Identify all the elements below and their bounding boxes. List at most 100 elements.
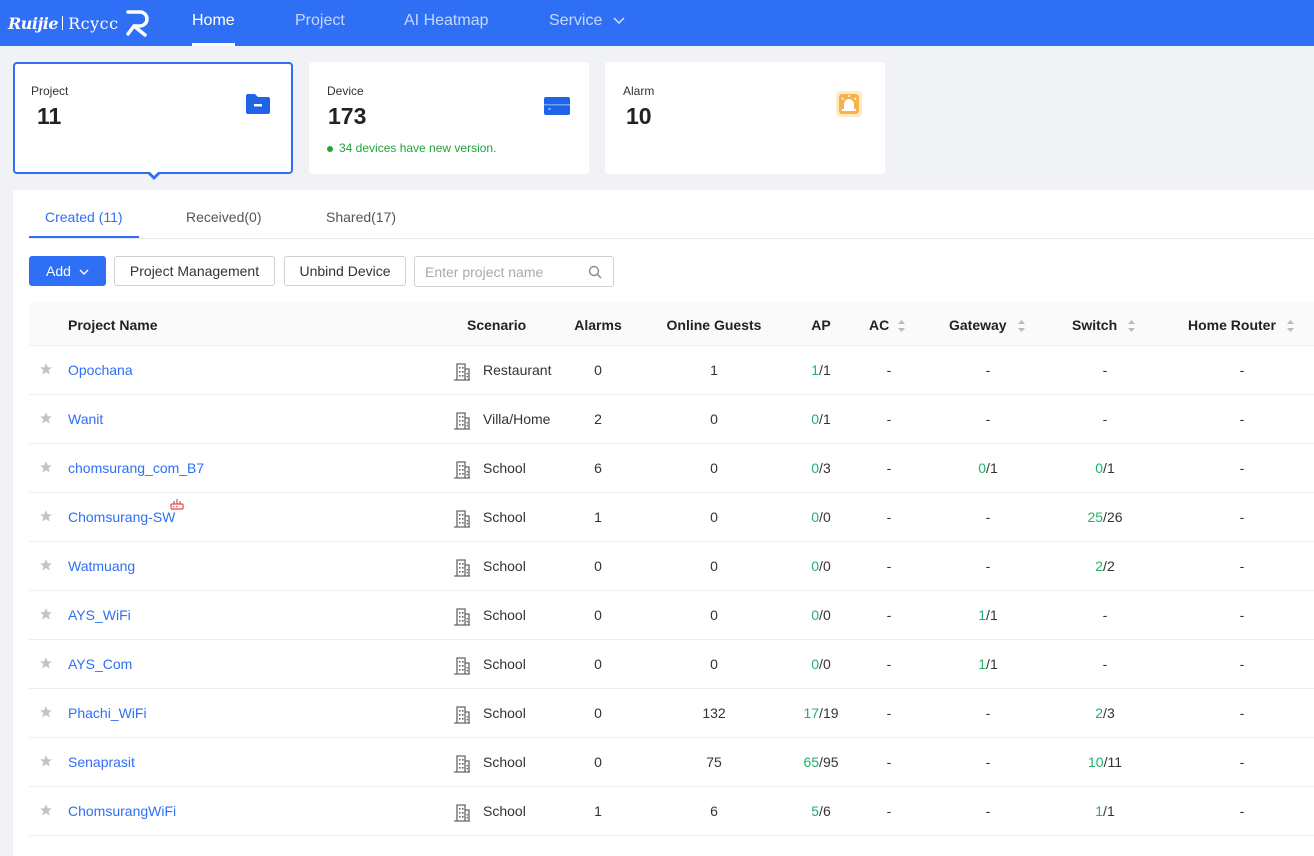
ap-total-count: /0 bbox=[819, 607, 831, 623]
switch-total-count: /1 bbox=[1103, 803, 1115, 819]
nav-home[interactable]: Home bbox=[192, 0, 235, 46]
online-guests-cell: 132 bbox=[702, 705, 726, 721]
online-guests-cell: 0 bbox=[710, 460, 718, 476]
favorite-star-icon[interactable] bbox=[39, 803, 53, 820]
tab-created[interactable]: Created (11) bbox=[45, 209, 123, 225]
favorite-star-icon[interactable] bbox=[39, 460, 53, 477]
device-card[interactable]: Device 173 34 devices have new version. bbox=[309, 62, 589, 174]
project-name-link[interactable]: Watmuang bbox=[68, 558, 135, 574]
col-gateway-label: Gateway bbox=[949, 317, 1007, 333]
gateway-cell: - bbox=[986, 411, 991, 427]
table-row[interactable]: Opochana Restaurant 0 1 1/1- - - - bbox=[29, 346, 1314, 395]
col-gateway[interactable]: Gateway bbox=[949, 317, 1026, 333]
switch-total-count: - bbox=[1102, 656, 1108, 672]
project-name-link[interactable]: Phachi_WiFi bbox=[68, 705, 147, 721]
project-name-link[interactable]: AYS_Com bbox=[68, 656, 132, 672]
favorite-star-icon[interactable] bbox=[39, 509, 53, 526]
project-search-input[interactable] bbox=[425, 262, 585, 282]
ap-cell: 0/3 bbox=[811, 460, 830, 476]
tab-shared[interactable]: Shared(17) bbox=[326, 209, 396, 225]
table-row[interactable]: AYS_WiFi School 0 0 0/0-1/1- - bbox=[29, 591, 1314, 640]
col-home-router[interactable]: Home Router bbox=[1188, 317, 1295, 333]
scenario-cell: Villa/Home bbox=[483, 411, 551, 427]
ap-online-count: 0 bbox=[811, 460, 820, 476]
project-management-button[interactable]: Project Management bbox=[114, 256, 275, 286]
selected-card-pointer bbox=[146, 170, 162, 180]
tab-received[interactable]: Received(0) bbox=[186, 209, 261, 225]
home-router-cell: - bbox=[1239, 509, 1245, 525]
gateway-cell: - bbox=[986, 558, 991, 574]
alarms-cell: 6 bbox=[594, 460, 602, 476]
online-guests-cell: 0 bbox=[710, 607, 718, 623]
gateway-total-count: - bbox=[985, 558, 991, 574]
switch-cell: 0/1 bbox=[1095, 460, 1114, 476]
project-name-link[interactable]: Senaprasit bbox=[68, 754, 135, 770]
chevron-down-icon bbox=[79, 269, 89, 276]
scenario-cell: School bbox=[483, 509, 526, 525]
logo[interactable]: Ruijie Rcycc bbox=[8, 8, 151, 38]
nav-project[interactable]: Project bbox=[295, 0, 345, 46]
alarms-cell: 0 bbox=[594, 705, 602, 721]
gateway-online-count: 0 bbox=[978, 460, 987, 476]
project-name-link[interactable]: AYS_WiFi bbox=[68, 607, 131, 623]
project-name-link[interactable]: Opochana bbox=[68, 362, 133, 378]
unbind-device-button[interactable]: Unbind Device bbox=[284, 256, 406, 286]
ap-online-count: 0 bbox=[811, 411, 820, 427]
table-row[interactable]: Chomsurang-SW School 1 0 0/0- -25/26- bbox=[29, 493, 1314, 542]
table-row[interactable]: chomsurang_com_B7 School 6 0 0/3-0/1 0/1- bbox=[29, 444, 1314, 493]
switch-cell: - bbox=[1103, 362, 1108, 378]
alarm-card-label: Alarm bbox=[623, 84, 655, 98]
table-row[interactable]: Senaprasit School 0 75 65/95 - - 10/11 - bbox=[29, 738, 1314, 787]
nav-service[interactable]: Service bbox=[549, 0, 625, 46]
online-guests-cell: 0 bbox=[710, 656, 718, 672]
switch-total-count: /26 bbox=[1103, 509, 1123, 525]
home-router-cell: - bbox=[1239, 411, 1245, 427]
ac-cell: - bbox=[886, 607, 892, 623]
ap-online-count: 0 bbox=[811, 509, 820, 525]
favorite-star-icon[interactable] bbox=[39, 362, 53, 379]
col-ac[interactable]: AC bbox=[869, 317, 906, 333]
table-row[interactable]: Watmuang School 0 0 0/0- -2/2- bbox=[29, 542, 1314, 591]
project-name-link[interactable]: Chomsurang-SW bbox=[68, 509, 175, 525]
home-router-cell: - bbox=[1239, 803, 1245, 819]
table-row[interactable]: ChomsurangWiFi School 1 6 5/6 - - 1/1 - bbox=[29, 787, 1314, 836]
gateway-total-count: /1 bbox=[986, 607, 998, 623]
table-row[interactable]: AYS_Com School 0 0 0/0-1/1- - bbox=[29, 640, 1314, 689]
favorite-star-icon[interactable] bbox=[39, 558, 53, 575]
favorite-star-icon[interactable] bbox=[39, 607, 53, 624]
favorite-star-icon[interactable] bbox=[39, 754, 53, 771]
search-icon[interactable] bbox=[588, 265, 602, 279]
col-switch[interactable]: Switch bbox=[1072, 317, 1136, 333]
chevron-down-icon bbox=[613, 17, 625, 24]
alarms-cell: 1 bbox=[594, 803, 602, 819]
project-card[interactable]: Project 11 bbox=[13, 62, 293, 174]
ap-total-count: /0 bbox=[819, 558, 831, 574]
home-router-cell: - bbox=[1239, 558, 1245, 574]
table-header: Project Name Scenario Alarms Online Gues… bbox=[29, 303, 1314, 346]
switch-total-count: - bbox=[1102, 411, 1108, 427]
switch-online-count: 0 bbox=[1095, 460, 1104, 476]
gateway-total-count: - bbox=[985, 411, 991, 427]
table-row[interactable]: Wanit Villa/Home 2 0 0/1- - - - bbox=[29, 395, 1314, 444]
switch-cell: 2/2 bbox=[1095, 558, 1114, 574]
device-update-note[interactable]: 34 devices have new version. bbox=[327, 141, 496, 155]
col-ap: AP bbox=[811, 317, 831, 333]
building-icon bbox=[453, 802, 471, 825]
home-router-cell: - bbox=[1239, 460, 1245, 476]
alarm-card[interactable]: Alarm 10 bbox=[605, 62, 885, 174]
favorite-star-icon[interactable] bbox=[39, 411, 53, 428]
nav-ai-heatmap[interactable]: AI Heatmap bbox=[404, 0, 488, 46]
project-name-link[interactable]: Wanit bbox=[68, 411, 103, 427]
add-button[interactable]: Add bbox=[29, 256, 106, 286]
favorite-star-icon[interactable] bbox=[39, 705, 53, 722]
ap-total-count: /19 bbox=[819, 705, 839, 721]
gateway-total-count: - bbox=[985, 754, 991, 770]
logo-brand: Ruijie bbox=[8, 13, 59, 33]
favorite-star-icon[interactable] bbox=[39, 656, 53, 673]
online-guests-cell: 0 bbox=[710, 411, 718, 427]
project-name-link[interactable]: ChomsurangWiFi bbox=[68, 803, 176, 819]
table-row[interactable]: Phachi_WiFi School 0 132 17/19 - - 2/3 - bbox=[29, 689, 1314, 738]
project-name-link[interactable]: chomsurang_com_B7 bbox=[68, 460, 204, 476]
ap-cell: 0/0 bbox=[811, 558, 830, 574]
gateway-total-count: /1 bbox=[986, 656, 998, 672]
